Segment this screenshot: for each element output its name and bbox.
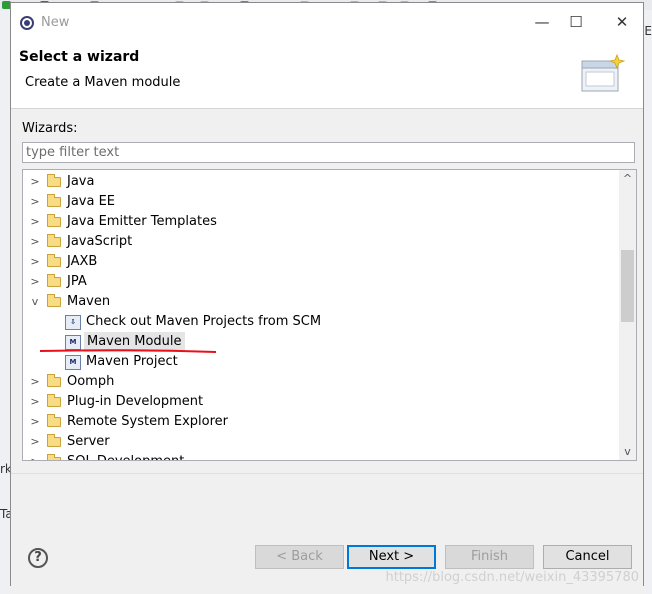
tree-item-label: Java EE [67, 194, 116, 209]
window-title: New [41, 15, 70, 30]
folder-icon [47, 374, 61, 387]
wizard-banner-icon [581, 53, 625, 92]
chevron-right-icon[interactable]: > [29, 372, 41, 392]
tree-item-checkout-maven-scm[interactable]: ⇩ Check out Maven Projects from SCM [23, 312, 619, 332]
checkout-wizard-icon: ⇩ [65, 315, 81, 330]
folder-open-icon [47, 294, 61, 307]
folder-icon [47, 274, 61, 287]
tree-item-label: Check out Maven Projects from SCM [86, 314, 322, 329]
tree-item-java-emitter-templates[interactable]: > Java Emitter Templates [23, 212, 619, 232]
folder-icon [47, 174, 61, 187]
annotation-underline [40, 349, 216, 353]
close-button[interactable]: ✕ [608, 10, 636, 34]
folder-icon [47, 254, 61, 267]
tree-item-maven-project[interactable]: M Maven Project [23, 352, 619, 372]
eclipse-icon [20, 16, 34, 30]
wizard-tree[interactable]: > Java > Java EE > Java Emitter Template… [22, 169, 637, 461]
chevron-right-icon[interactable]: > [29, 452, 41, 460]
chevron-right-icon[interactable]: > [29, 212, 41, 232]
maven-icon: M [65, 355, 81, 370]
tree-item-label: Java Emitter Templates [67, 214, 217, 229]
new-wizard-dialog: New — ☐ ✕ Select a wizard Create a Maven… [10, 2, 644, 588]
tree-item-javascript[interactable]: > JavaScript [23, 232, 619, 252]
tree-item-label: Java [67, 174, 95, 189]
tree-item-label: JAXB [67, 254, 98, 269]
folder-icon [47, 414, 61, 427]
folder-icon [47, 194, 61, 207]
tree-item-jpa[interactable]: > JPA [23, 272, 619, 292]
back-button[interactable]: < Back [255, 545, 344, 569]
tree-item-label: Server [67, 434, 110, 449]
tree-item-label: Remote System Explorer [67, 414, 229, 429]
chevron-right-icon[interactable]: > [29, 272, 41, 292]
title-bar[interactable]: New — ☐ ✕ [11, 3, 643, 45]
tree-item-jaxb[interactable]: > JAXB [23, 252, 619, 272]
maximize-button[interactable]: ☐ [562, 10, 590, 34]
tree-item-label: Oomph [67, 374, 115, 389]
folder-icon [47, 454, 61, 460]
tree-item-java[interactable]: > Java [23, 172, 619, 192]
chevron-down-icon[interactable]: v [29, 292, 41, 312]
tree-item-label: Maven [67, 294, 111, 309]
filter-input[interactable] [22, 142, 635, 163]
tree-item-label: Maven Project [86, 354, 178, 369]
chevron-right-icon[interactable]: > [29, 192, 41, 212]
help-icon[interactable]: ? [28, 548, 48, 568]
wizard-header: Select a wizard Create a Maven module [11, 45, 643, 109]
folder-icon [47, 434, 61, 447]
tree-item-label: JavaScript [67, 234, 133, 249]
watermark: https://blog.csdn.net/weixin_43395780 [385, 570, 639, 585]
chevron-right-icon[interactable]: > [29, 392, 41, 412]
tree-item-label: SQL Development [67, 452, 184, 460]
next-button[interactable]: Next > [347, 545, 436, 569]
chevron-right-icon[interactable]: > [29, 172, 41, 192]
tree-item-sql-development[interactable]: > SQL Development [23, 452, 619, 460]
tree-item-server[interactable]: > Server [23, 432, 619, 452]
finish-button[interactable]: Finish [445, 545, 534, 569]
ide-left-panel: rk Ta [0, 10, 13, 594]
tree-item-oomph[interactable]: > Oomph [23, 372, 619, 392]
folder-icon [47, 394, 61, 407]
ide-right-panel: E [644, 10, 652, 594]
folder-icon [47, 234, 61, 247]
tree-scrollbar[interactable]: ^ v [619, 170, 636, 460]
ide-fragment: E [644, 24, 652, 38]
page-title: Select a wizard [19, 49, 140, 65]
cancel-button[interactable]: Cancel [543, 545, 632, 569]
tree-item-label: JPA [67, 274, 87, 289]
tree-item-label: Plug-in Development [67, 394, 204, 409]
folder-icon [47, 214, 61, 227]
tree-item-java-ee[interactable]: > Java EE [23, 192, 619, 212]
button-bar: ? < Back Next > Finish Cancel https://bl… [11, 473, 643, 588]
chevron-right-icon[interactable]: > [29, 252, 41, 272]
minimize-button[interactable]: — [528, 10, 556, 34]
tree-item-plugin-development[interactable]: > Plug-in Development [23, 392, 619, 412]
chevron-right-icon[interactable]: > [29, 432, 41, 452]
chevron-right-icon[interactable]: > [29, 232, 41, 252]
tree-item-remote-system-explorer[interactable]: > Remote System Explorer [23, 412, 619, 432]
wizards-label: Wizards: [22, 121, 78, 136]
maven-icon: M [65, 335, 81, 350]
scroll-up-icon[interactable]: ^ [619, 170, 636, 187]
chevron-right-icon[interactable]: > [29, 412, 41, 432]
tree-item-maven[interactable]: v Maven [23, 292, 619, 312]
scroll-down-icon[interactable]: v [619, 443, 636, 460]
scrollbar-thumb[interactable] [621, 250, 634, 322]
page-description: Create a Maven module [25, 75, 181, 90]
